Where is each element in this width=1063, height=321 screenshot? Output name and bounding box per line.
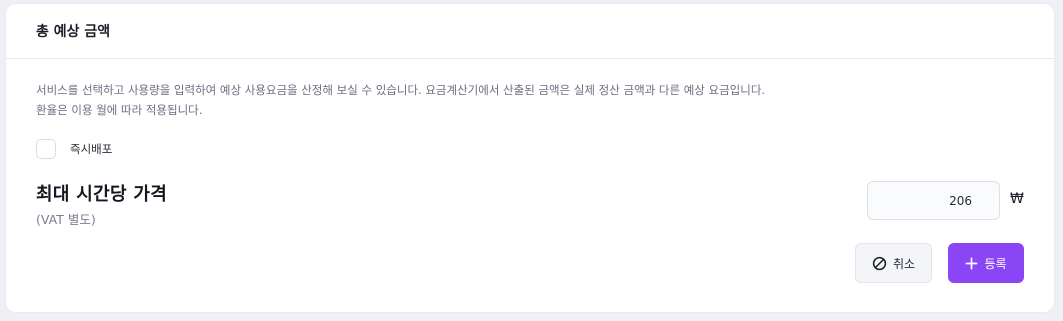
- vat-note: (VAT 별도): [36, 212, 96, 227]
- instant-deploy-row: 즉시배포: [36, 139, 112, 159]
- price-input[interactable]: [867, 181, 1000, 220]
- ban-icon: [872, 256, 887, 271]
- instant-deploy-label[interactable]: 즉시배포: [70, 141, 112, 157]
- description: 서비스를 선택하고 사용량을 입력하여 예상 사용요금을 산정해 보실 수 있습…: [36, 80, 765, 120]
- register-button[interactable]: 등록: [948, 243, 1024, 283]
- card-header: 총 예상 금액: [6, 4, 1054, 59]
- instant-deploy-checkbox[interactable]: [36, 139, 56, 159]
- description-line-1: 서비스를 선택하고 사용량을 입력하여 예상 사용요금을 산정해 보실 수 있습…: [36, 83, 766, 97]
- register-button-label: 등록: [984, 256, 1007, 271]
- description-line-2: 환율은 이용 월에 따라 적용됩니다.: [36, 103, 203, 117]
- max-hourly-price-title: 최대 시간당 가격: [36, 184, 168, 205]
- cancel-button[interactable]: 취소: [855, 243, 932, 283]
- plus-icon: [965, 257, 978, 270]
- total-estimate-card: 총 예상 금액 서비스를 선택하고 사용량을 입력하여 예상 사용요금을 산정해…: [6, 4, 1054, 312]
- currency-symbol: ₩: [1010, 191, 1024, 207]
- cancel-button-label: 취소: [892, 256, 916, 271]
- card-title: 총 예상 금액: [36, 24, 111, 40]
